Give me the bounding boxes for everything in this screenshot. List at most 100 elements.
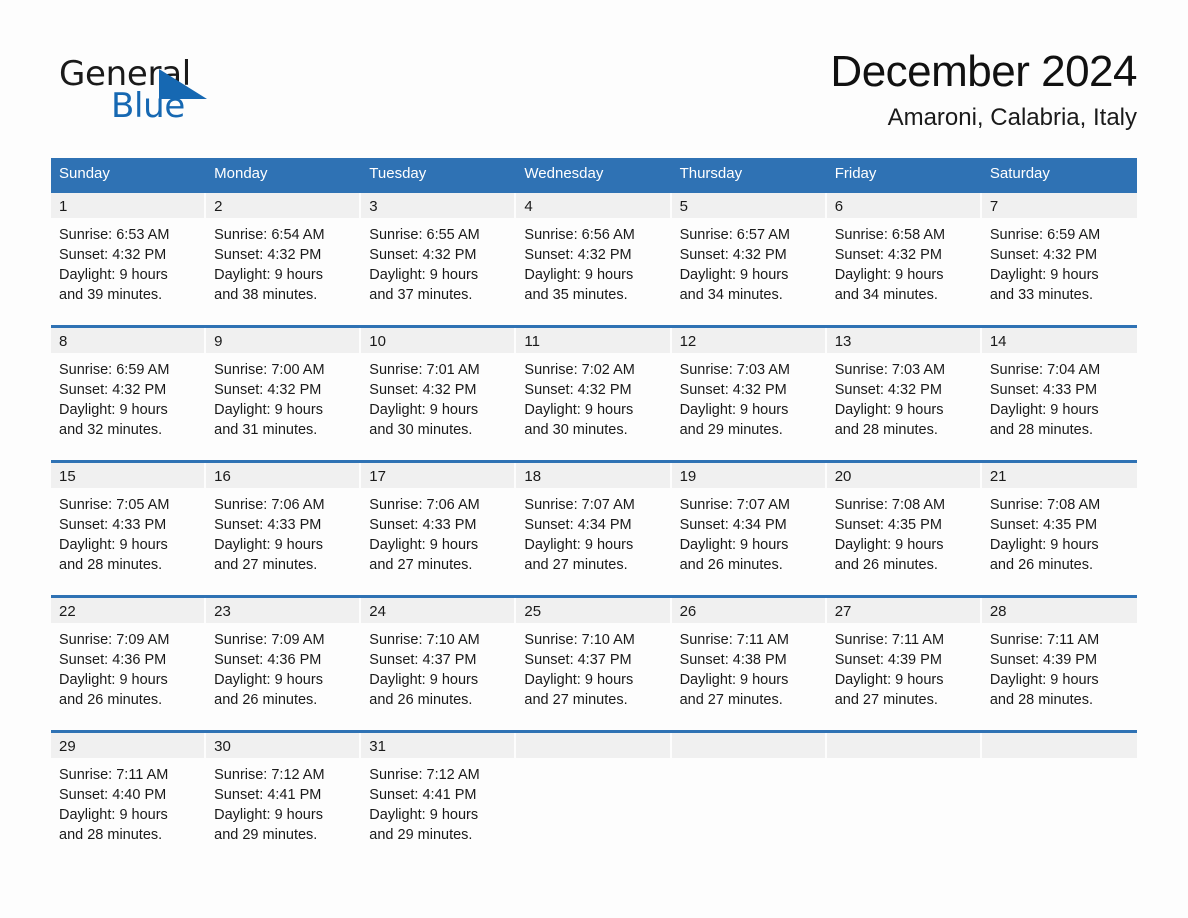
calendar-day-cell[interactable]: 21 Sunrise: 7:08 AM Sunset: 4:35 PM Dayligh… [981, 460, 1137, 597]
day-cell-content: 26 Sunrise: 7:11 AM Sunset: 4:38 PM Dayligh… [671, 598, 827, 730]
day-cell-content: 4 Sunrise: 6:56 AM Sunset: 4:32 PM Daylight… [516, 193, 672, 325]
day-number: 20 [826, 463, 982, 488]
day-number: 16 [206, 463, 362, 488]
detail-sunrise: Sunrise: 7:01 AM [369, 362, 480, 378]
detail-daylight-1: Daylight: 9 hours [369, 537, 479, 553]
day-cell-content: 11 Sunrise: 7:02 AM Sunset: 4:32 PM Dayligh… [516, 328, 672, 460]
calendar-day-cell[interactable]: 16 Sunrise: 7:06 AM Sunset: 4:33 PM Dayligh… [206, 460, 362, 597]
calendar-day-cell[interactable]: 10 Sunrise: 7:01 AM Sunset: 4:32 PM Dayligh… [361, 325, 517, 462]
brand-logo[interactable]: General Blue [59, 54, 259, 130]
calendar-day-cell[interactable]: 12 Sunrise: 7:03 AM Sunset: 4:32 PM Dayligh… [671, 325, 827, 462]
day-number: 17 [361, 463, 517, 488]
calendar-day-cell[interactable]: 2 Sunrise: 6:54 AM Sunset: 4:32 PM Daylight… [206, 190, 362, 327]
detail-sunset: Sunset: 4:32 PM [214, 382, 322, 398]
detail-sunrise: Sunrise: 7:11 AM [834, 632, 945, 648]
calendar-day-cell[interactable]: 11 Sunrise: 7:02 AM Sunset: 4:32 PM Dayligh… [516, 325, 672, 462]
weekday-header-saturday: Saturday [981, 158, 1137, 192]
detail-daylight-2: and 39 minutes. [59, 287, 163, 303]
calendar-day-cell[interactable]: 7 Sunrise: 6:59 AM Sunset: 4:32 PM Daylight… [981, 190, 1137, 327]
calendar-day-cell[interactable]: 14 Sunrise: 7:04 AM Sunset: 4:33 PM Dayligh… [981, 325, 1137, 462]
calendar-day-cell[interactable]: 30 Sunrise: 7:12 AM Sunset: 4:41 PM Dayligh… [206, 730, 362, 867]
calendar-day-cell[interactable]: 28 Sunrise: 7:11 AM Sunset: 4:39 PM Dayligh… [981, 595, 1137, 732]
day-details: Sunrise: 6:59 AM Sunset: 4:32 PM Daylight:… [982, 218, 1137, 305]
calendar-day-cell[interactable]: 8 Sunrise: 6:59 AM Sunset: 4:32 PM Daylight… [51, 325, 207, 462]
detail-daylight-2: and 35 minutes. [524, 287, 628, 303]
calendar-day-cell[interactable]: 29 Sunrise: 7:11 AM Sunset: 4:40 PM Dayligh… [51, 730, 207, 867]
day-details [672, 758, 827, 765]
detail-sunrise: Sunrise: 7:11 AM [59, 767, 169, 783]
day-details: Sunrise: 6:59 AM Sunset: 4:32 PM Daylight:… [51, 353, 206, 440]
detail-daylight-1: Daylight: 9 hours [679, 267, 789, 283]
calendar-day-cell[interactable]: 19 Sunrise: 7:07 AM Sunset: 4:34 PM Dayligh… [671, 460, 827, 597]
detail-sunset: Sunset: 4:32 PM [679, 247, 787, 263]
day-cell-content: 10 Sunrise: 7:01 AM Sunset: 4:32 PM Dayligh… [361, 328, 517, 460]
detail-sunrise: Sunrise: 6:57 AM [679, 227, 790, 243]
calendar-day-cell[interactable] [826, 730, 982, 867]
location-subtitle: Amaroni, Calabria, Italy [887, 104, 1137, 131]
day-number: 19 [671, 463, 827, 488]
detail-sunset: Sunset: 4:41 PM [214, 787, 322, 803]
calendar-day-cell[interactable]: 26 Sunrise: 7:11 AM Sunset: 4:38 PM Dayligh… [671, 595, 827, 732]
detail-sunset: Sunset: 4:32 PM [59, 247, 167, 263]
calendar-day-cell[interactable]: 5 Sunrise: 6:57 AM Sunset: 4:32 PM Daylight… [671, 190, 827, 327]
detail-daylight-2: and 33 minutes. [989, 287, 1094, 303]
day-number: 4 [516, 193, 672, 218]
detail-daylight-1: Daylight: 9 hours [59, 537, 168, 553]
calendar-day-cell[interactable]: 13 Sunrise: 7:03 AM Sunset: 4:32 PM Dayligh… [826, 325, 982, 462]
detail-sunset: Sunset: 4:32 PM [679, 382, 787, 398]
calendar-day-cell[interactable]: 1 Sunrise: 6:53 AM Sunset: 4:32 PM Daylight… [51, 190, 207, 327]
calendar-day-cell[interactable]: 17 Sunrise: 7:06 AM Sunset: 4:33 PM Dayligh… [361, 460, 517, 597]
detail-sunrise: Sunrise: 7:11 AM [989, 632, 1100, 648]
detail-sunrise: Sunrise: 6:56 AM [524, 227, 635, 243]
calendar-day-cell[interactable]: 3 Sunrise: 6:55 AM Sunset: 4:32 PM Daylight… [361, 190, 517, 327]
calendar-day-cell[interactable]: 15 Sunrise: 7:05 AM Sunset: 4:33 PM Dayligh… [51, 460, 207, 597]
day-number: 3 [361, 193, 517, 218]
detail-sunrise: Sunrise: 7:12 AM [214, 767, 325, 783]
calendar-day-cell[interactable]: 4 Sunrise: 6:56 AM Sunset: 4:32 PM Daylight… [516, 190, 672, 327]
detail-daylight-2: and 26 minutes. [679, 557, 783, 573]
detail-daylight-2: and 27 minutes. [524, 557, 628, 573]
day-cell-content: 18 Sunrise: 7:07 AM Sunset: 4:34 PM Dayligh… [516, 463, 672, 595]
day-number: 29 [51, 733, 207, 758]
detail-daylight-2: and 29 minutes. [679, 422, 783, 438]
detail-sunrise: Sunrise: 7:05 AM [59, 497, 170, 513]
day-cell-content: 22 Sunrise: 7:09 AM Sunset: 4:36 PM Dayligh… [51, 598, 207, 730]
calendar-day-cell[interactable]: 27 Sunrise: 7:11 AM Sunset: 4:39 PM Dayligh… [826, 595, 982, 732]
calendar-day-cell[interactable]: 18 Sunrise: 7:07 AM Sunset: 4:34 PM Dayligh… [516, 460, 672, 597]
calendar-day-cell[interactable]: 20 Sunrise: 7:08 AM Sunset: 4:35 PM Dayligh… [826, 460, 982, 597]
detail-sunrise: Sunrise: 6:59 AM [989, 227, 1101, 243]
detail-sunset: Sunset: 4:35 PM [834, 517, 942, 533]
detail-daylight-2: and 26 minutes. [989, 557, 1094, 573]
detail-daylight-1: Daylight: 9 hours [214, 672, 323, 688]
day-details: Sunrise: 7:10 AM Sunset: 4:37 PM Daylight:… [361, 623, 516, 710]
detail-sunrise: Sunrise: 7:04 AM [989, 362, 1101, 378]
day-details: Sunrise: 7:11 AM Sunset: 4:39 PM Daylight:… [982, 623, 1137, 710]
detail-sunset: Sunset: 4:39 PM [834, 652, 942, 668]
detail-daylight-1: Daylight: 9 hours [59, 267, 168, 283]
calendar-day-cell[interactable] [516, 730, 672, 867]
day-number: 6 [826, 193, 982, 218]
day-cell-content: 7 Sunrise: 6:59 AM Sunset: 4:32 PM Daylight… [981, 193, 1137, 325]
calendar-day-cell[interactable] [981, 730, 1137, 867]
day-number: 26 [671, 598, 827, 623]
detail-sunset: Sunset: 4:32 PM [989, 247, 1098, 263]
day-number: 21 [981, 463, 1137, 488]
calendar-day-cell[interactable]: 22 Sunrise: 7:09 AM Sunset: 4:36 PM Dayligh… [51, 595, 207, 732]
calendar-day-cell[interactable]: 24 Sunrise: 7:10 AM Sunset: 4:37 PM Dayligh… [361, 595, 517, 732]
calendar-day-cell[interactable] [671, 730, 827, 867]
calendar-day-cell[interactable]: 25 Sunrise: 7:10 AM Sunset: 4:37 PM Dayligh… [516, 595, 672, 732]
day-cell-content [671, 733, 827, 865]
calendar-day-cell[interactable]: 23 Sunrise: 7:09 AM Sunset: 4:36 PM Dayligh… [206, 595, 362, 732]
detail-sunset: Sunset: 4:36 PM [59, 652, 167, 668]
day-number: 14 [981, 328, 1137, 353]
day-details: Sunrise: 6:53 AM Sunset: 4:32 PM Daylight:… [51, 218, 206, 305]
detail-sunrise: Sunrise: 6:58 AM [834, 227, 946, 243]
calendar-day-cell[interactable]: 31 Sunrise: 7:12 AM Sunset: 4:41 PM Dayligh… [361, 730, 517, 867]
day-details: Sunrise: 7:07 AM Sunset: 4:34 PM Daylight:… [516, 488, 671, 575]
calendar-day-cell[interactable]: 6 Sunrise: 6:58 AM Sunset: 4:32 PM Daylight… [826, 190, 982, 327]
calendar-day-cell[interactable]: 9 Sunrise: 7:00 AM Sunset: 4:32 PM Daylight… [206, 325, 362, 462]
day-cell-content: 3 Sunrise: 6:55 AM Sunset: 4:32 PM Daylight… [361, 193, 517, 325]
detail-daylight-1: Daylight: 9 hours [679, 672, 789, 688]
day-number: 27 [826, 598, 982, 623]
detail-daylight-1: Daylight: 9 hours [214, 402, 323, 418]
